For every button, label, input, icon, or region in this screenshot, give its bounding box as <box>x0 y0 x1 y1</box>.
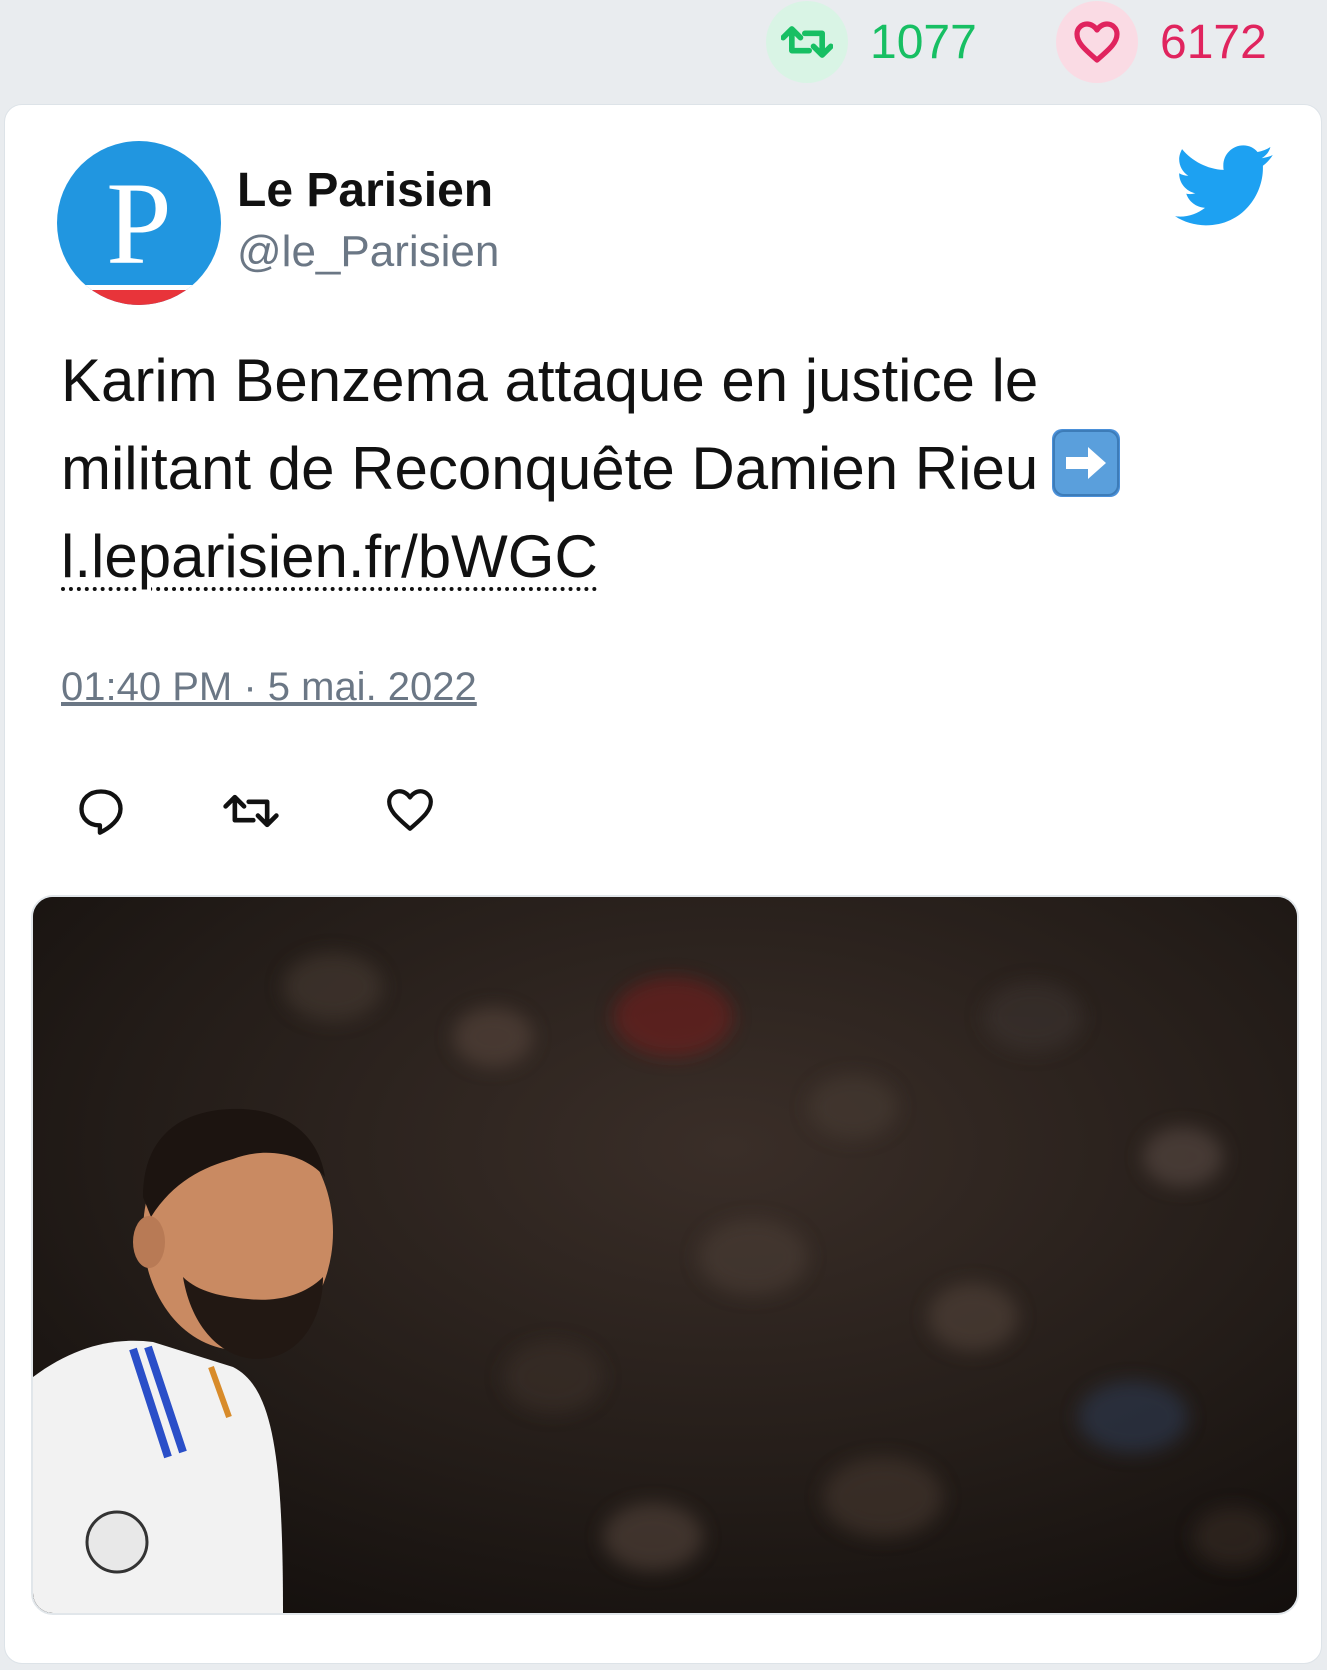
tweet-text-line-1: Karim Benzema attaque en justice le <box>61 347 1039 414</box>
like-count: 6172 <box>1160 15 1267 69</box>
tweet-text: Karim Benzema attaque en justice le mili… <box>61 337 1271 601</box>
tweet-card: P Le Parisien @le_Parisien Karim Benzema… <box>4 104 1322 1664</box>
retweet-stat[interactable]: 1077 <box>766 1 977 83</box>
right-arrow-emoji <box>1052 429 1121 497</box>
avatar-letter: P <box>106 158 172 289</box>
twitter-bird-icon[interactable] <box>1175 145 1275 229</box>
author-handle[interactable]: @le_Parisien <box>237 227 499 277</box>
retweet-icon[interactable] <box>766 1 848 83</box>
reply-icon[interactable] <box>75 785 131 841</box>
engagement-bar: 1077 6172 <box>0 0 1327 100</box>
tweet-timestamp[interactable]: 01:40 PM · 5 mai. 2022 <box>61 665 477 710</box>
heart-icon[interactable] <box>1056 1 1138 83</box>
tweet-text-line-2: militant de Reconquête Damien Rieu <box>61 425 1271 513</box>
like-action-icon[interactable] <box>385 785 441 841</box>
author-name[interactable]: Le Parisien <box>237 163 493 218</box>
tweet-media-image[interactable] <box>31 895 1299 1615</box>
media-photo <box>33 897 1297 1613</box>
avatar[interactable]: P <box>57 141 221 305</box>
retweet-count: 1077 <box>870 15 977 69</box>
like-stat[interactable]: 6172 <box>1056 1 1267 83</box>
retweet-action-icon[interactable] <box>221 785 279 841</box>
tweet-link-line: l.leparisien.fr/bWGC <box>61 513 1271 601</box>
tweet-text-line-2-text: militant de Reconquête Damien Rieu <box>61 435 1039 502</box>
tweet-link[interactable]: l.leparisien.fr/bWGC <box>61 523 598 590</box>
